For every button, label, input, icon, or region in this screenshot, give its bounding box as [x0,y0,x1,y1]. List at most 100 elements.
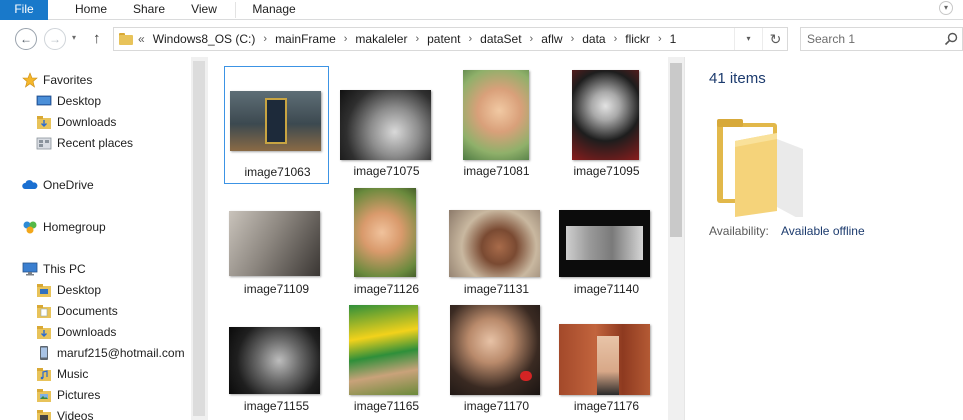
folder-icon [119,32,133,45]
image-thumbnail-detail [566,226,643,260]
up-arrow-icon[interactable]: ↑ [93,30,101,47]
item-count: 41 items [709,70,766,87]
file-tile[interactable]: image71131 [444,185,549,303]
availability-value: Available offline [781,224,865,238]
desktop-icon [36,95,52,106]
nav-thispc-downloads[interactable]: Downloads [36,322,116,342]
nav-favorites-downloads[interactable]: Downloads [36,112,116,132]
nav-label: OneDrive [43,178,94,192]
breadcrumb-separator-icon[interactable]: › [614,33,618,45]
breadcrumb-item[interactable]: makaleler [355,32,407,46]
breadcrumb-item[interactable]: dataSet [480,32,521,46]
nav-homegroup[interactable]: Homegroup [22,217,106,237]
breadcrumb-item[interactable]: aflw [541,32,562,46]
nav-favorites[interactable]: Favorites [22,70,92,90]
file-tile[interactable]: image71140 [554,185,659,303]
image-thumbnail [349,305,418,395]
file-name: image71176 [573,399,640,413]
image-thumbnail [229,327,320,394]
breadcrumb-separator-icon[interactable]: › [571,33,575,45]
file-list-scrollbar[interactable] [668,57,684,420]
tab-home[interactable]: Home [64,0,118,20]
tab-view[interactable]: View [180,0,228,20]
tab-manage[interactable]: Manage [240,0,308,20]
nav-label: Downloads [57,325,117,339]
recent-places-icon [36,137,52,150]
breadcrumb-separator-icon[interactable]: › [658,33,662,45]
breadcrumb-item[interactable]: mainFrame [275,32,336,46]
breadcrumb-item[interactable]: flickr [625,32,650,46]
image-thumbnail [229,211,320,276]
breadcrumb-overflow[interactable]: « [138,32,145,46]
file-name: image71095 [573,164,640,178]
back-button[interactable]: ← [15,28,37,50]
breadcrumb-item[interactable]: Windows8_OS (C:) [153,32,256,46]
breadcrumb-separator-icon[interactable]: › [469,33,473,45]
tab-share[interactable]: Share [124,0,174,20]
downloads-folder-icon [37,326,51,339]
details-pane: 41 items Availability: Available offline [684,57,963,420]
file-name: image71140 [573,282,640,296]
image-thumbnail [354,188,416,277]
file-name: image71155 [243,399,310,413]
nav-thispc-videos[interactable]: Videos [36,406,93,420]
search-box[interactable] [800,27,963,51]
navigation-scrollbar[interactable] [191,57,208,420]
documents-folder-icon [37,305,51,318]
pictures-folder-icon [37,389,51,402]
recent-locations-chevron-icon[interactable]: ▾ [72,33,76,42]
nav-label: Recent places [57,136,134,150]
nav-favorites-desktop[interactable]: Desktop [36,91,101,111]
nav-label: Pictures [57,388,101,402]
image-thumbnail [559,210,650,277]
image-thumbnail [449,210,540,277]
expand-ribbon-chevron-icon[interactable]: ▾ [939,1,953,15]
search-input[interactable] [807,31,937,47]
nav-label: This PC [43,262,86,276]
breadcrumb-item[interactable]: 1 [670,32,677,46]
image-thumbnail [230,91,321,151]
image-thumbnail-detail [265,98,287,144]
image-thumbnail [340,90,431,160]
nav-thispc-music[interactable]: Music [36,364,88,384]
breadcrumb-item[interactable]: data [582,32,605,46]
address-dropdown-chevron-icon[interactable]: ▾ [734,28,762,50]
file-tile[interactable]: image71081 [444,66,549,184]
tab-file[interactable]: File [0,0,48,20]
forward-button[interactable]: → [44,28,66,50]
nav-thispc-desktop[interactable]: Desktop [36,280,101,300]
file-tile[interactable]: image71126 [334,185,439,303]
breadcrumb-separator-icon[interactable]: › [415,33,419,45]
nav-label: Music [57,367,89,381]
file-tile[interactable]: image71075 [334,66,439,184]
nav-thispc-pictures[interactable]: Pictures [36,385,100,405]
file-tile[interactable]: image71063 [224,66,329,184]
nav-onedrive[interactable]: OneDrive [22,175,94,195]
file-tile[interactable]: image71170 [444,303,549,420]
nav-thispc-mobile-device[interactable]: maruf215@hotmail.com [36,343,185,363]
file-name: image71126 [353,282,420,296]
breadcrumb-separator-icon[interactable]: › [263,33,267,45]
breadcrumb-separator-icon[interactable]: › [530,33,534,45]
star-icon [22,72,38,88]
address-bar[interactable]: « Windows8_OS (C:) › mainFrame › makaleler… [113,27,788,51]
nav-thispc-documents[interactable]: Documents [36,301,118,321]
file-tile[interactable]: image71109 [224,185,329,303]
file-name: image71081 [463,164,530,178]
breadcrumb-separator-icon[interactable]: › [344,33,348,45]
nav-this-pc[interactable]: This PC [22,259,86,279]
search-icon[interactable] [944,32,958,46]
ribbon-tabs: File Home Share View Manage ▾ [0,0,963,20]
scrollbar-thumb[interactable] [670,63,682,237]
refresh-icon[interactable]: ↻ [762,28,788,50]
file-tile[interactable]: image71095 [554,66,659,184]
file-tile[interactable]: image71165 [334,303,439,420]
file-tile[interactable]: image71176 [554,303,659,420]
nav-label: Desktop [57,283,102,297]
scrollbar-thumb[interactable] [193,61,205,416]
breadcrumb-item[interactable]: patent [427,32,460,46]
nav-favorites-recent-places[interactable]: Recent places [36,133,133,153]
file-tile[interactable]: image71155 [224,303,329,420]
nav-label: Homegroup [43,220,106,234]
file-name: image71131 [463,282,530,296]
